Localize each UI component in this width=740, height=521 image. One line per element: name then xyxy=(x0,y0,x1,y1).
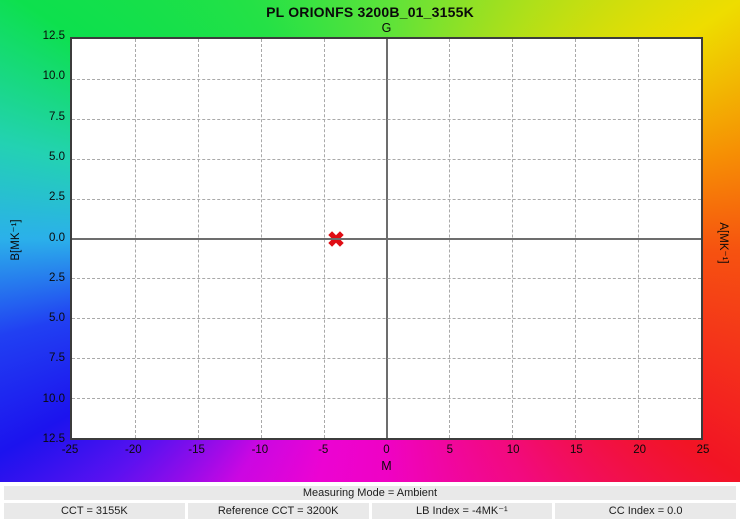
x-tick-label: 25 xyxy=(697,444,710,456)
readout-lb-index: LB Index = -4MK⁻¹ xyxy=(372,503,553,519)
zero-line-horizontal xyxy=(72,238,701,240)
grid-line-horizontal xyxy=(72,278,701,279)
readout-reference-cct: Reference CCT = 3200K xyxy=(188,503,369,519)
y-tick-label: 5.0 xyxy=(0,312,65,324)
measuring-mode-bar: Measuring Mode = Ambient xyxy=(4,486,736,500)
color-meter-screen: PL ORIONFS 3200B_01_3155K G M B[MK⁻¹] A[… xyxy=(0,0,740,521)
y-tick-label: 10.0 xyxy=(0,70,65,82)
readout-cct: CCT = 3155K xyxy=(4,503,185,519)
y-tick-label: 10.0 xyxy=(0,393,65,405)
x-tick-label: 0 xyxy=(383,444,389,456)
x-tick-label: -20 xyxy=(125,444,142,456)
readout-strip: CCT = 3155K Reference CCT = 3200K LB Ind… xyxy=(4,503,736,519)
grid-line-horizontal xyxy=(72,318,701,319)
y-tick-label: 12.5 xyxy=(0,30,65,42)
plot-area xyxy=(70,37,703,440)
grid-line-horizontal xyxy=(72,358,701,359)
x-tick-label: -15 xyxy=(188,444,205,456)
x-tick-label: -25 xyxy=(62,444,79,456)
grid-line-horizontal xyxy=(72,159,701,160)
grid-line-horizontal xyxy=(72,119,701,120)
y-tick-label: 7.5 xyxy=(0,352,65,364)
x-tick-label: 15 xyxy=(570,444,583,456)
x-tick-label: 20 xyxy=(633,444,646,456)
grid-line-horizontal xyxy=(72,199,701,200)
x-tick-label: -10 xyxy=(252,444,269,456)
y-tick-label: 2.5 xyxy=(0,191,65,203)
axis-label-magenta: M xyxy=(70,459,703,473)
x-tick-label: -5 xyxy=(318,444,328,456)
x-tick-label: 10 xyxy=(507,444,520,456)
y-tick-label: 7.5 xyxy=(0,111,65,123)
y-tick-label: 12.5 xyxy=(0,433,65,445)
y-tick-label: 5.0 xyxy=(0,151,65,163)
page-title: PL ORIONFS 3200B_01_3155K xyxy=(0,4,740,20)
axis-label-green: G xyxy=(70,21,703,35)
axis-label-amber: A[MK⁻¹] xyxy=(717,222,731,263)
readout-cc-index: CC Index = 0.0 xyxy=(555,503,736,519)
grid-line-horizontal xyxy=(72,79,701,80)
x-tick-label: 5 xyxy=(447,444,453,456)
y-tick-label: 2.5 xyxy=(0,272,65,284)
y-tick-label: 0.0 xyxy=(0,232,65,244)
grid-line-horizontal xyxy=(72,398,701,399)
